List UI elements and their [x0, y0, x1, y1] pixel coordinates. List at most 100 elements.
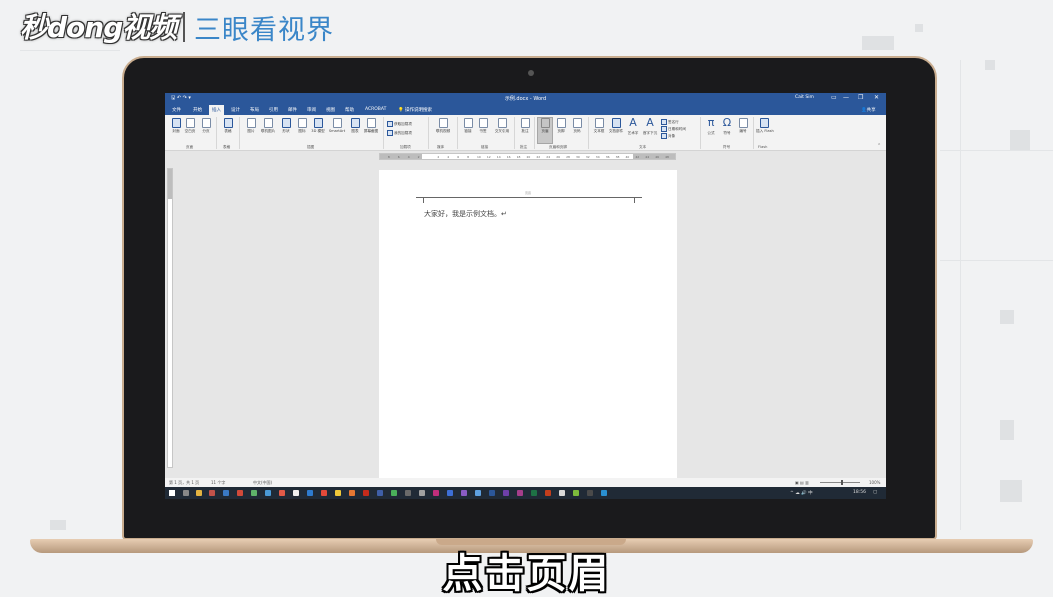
taskbar-app-icon[interactable] — [223, 490, 229, 496]
bg-block — [862, 36, 894, 50]
taskbar-app-icon[interactable] — [587, 490, 593, 496]
taskbar-app-icon[interactable] — [391, 490, 397, 496]
zoom-slider[interactable] — [820, 482, 860, 483]
taskbar-app-icon[interactable] — [363, 490, 369, 496]
online-pictures-button[interactable]: 联机图片 — [260, 118, 276, 134]
maximize-button[interactable]: ❐ — [858, 94, 863, 101]
view-mode-icons[interactable]: ▣ ▤ ▥ — [795, 480, 809, 485]
taskbar-app-icon[interactable] — [531, 490, 537, 496]
textbox-button[interactable]: 文本框 — [591, 118, 607, 134]
taskbar-app-icon[interactable] — [183, 490, 189, 496]
taskbar-app-icon[interactable] — [335, 490, 341, 496]
taskbar-app-icon[interactable] — [265, 490, 271, 496]
my-addins-button[interactable]: 我的加载项 — [387, 130, 412, 136]
taskbar-app-icon[interactable] — [419, 490, 425, 496]
horizontal-ruler[interactable]: 8 6 4 2 2 4 6 8 10 12 14 16 18 20 22 24 26 28 30 32 34 36 38 40… — [379, 153, 676, 160]
link-button[interactable]: 链接 — [460, 118, 476, 134]
word-count[interactable]: 11 个字 — [211, 480, 225, 486]
lightbulb-icon: 💡 — [398, 108, 404, 113]
taskbar-app-icon[interactable] — [237, 490, 243, 496]
tab-file[interactable]: 文件 — [172, 107, 181, 113]
tab-layout[interactable]: 布局 — [250, 107, 259, 113]
taskbar-app-icon[interactable] — [209, 490, 215, 496]
collapse-ribbon-icon[interactable]: ⌃ — [877, 143, 881, 149]
comment-button[interactable]: 批注 — [517, 118, 533, 134]
pictures-button[interactable]: 图片 — [243, 118, 259, 134]
tab-home[interactable]: 开始 — [193, 107, 202, 113]
tab-acrobat[interactable]: ACROBAT — [365, 107, 386, 112]
icons-button[interactable]: 图标 — [294, 118, 310, 134]
windows-start-icon[interactable] — [169, 490, 175, 496]
cross-reference-button[interactable]: 交叉引用 — [491, 118, 513, 134]
taskbar-app-icon[interactable] — [573, 490, 579, 496]
taskbar-app-icon[interactable] — [517, 490, 523, 496]
tab-review[interactable]: 审阅 — [307, 107, 316, 113]
close-button[interactable]: ✕ — [874, 94, 879, 101]
table-button[interactable]: 表格 — [220, 118, 236, 134]
taskbar-app-icon[interactable] — [489, 490, 495, 496]
ribbon-display-options-icon[interactable]: ▭ — [831, 94, 837, 101]
taskbar-app-icon[interactable] — [349, 490, 355, 496]
taskbar-app-icon[interactable] — [307, 490, 313, 496]
notification-icon[interactable]: ▢ — [873, 490, 877, 495]
taskbar-app-icon[interactable] — [545, 490, 551, 496]
tab-insert[interactable]: 插入 — [209, 105, 224, 115]
wordart-button[interactable]: A 艺术字 — [625, 117, 641, 136]
language-indicator[interactable]: 中文(中国) — [253, 480, 272, 486]
document-body-text[interactable]: 大家好，我是示例文档。↵ — [424, 209, 507, 219]
document-page[interactable]: 页眉 大家好，我是示例文档。↵ — [379, 170, 677, 480]
vertical-ruler[interactable] — [167, 168, 173, 468]
page-number-button[interactable]: 页码 — [569, 118, 585, 134]
taskbar-app-icon[interactable] — [601, 490, 607, 496]
taskbar-app-icon[interactable] — [293, 490, 299, 496]
get-addins-button[interactable]: 获取加载项 — [387, 121, 412, 127]
tab-view[interactable]: 视图 — [326, 107, 335, 113]
3d-models-button[interactable]: 3D 模型 — [310, 118, 326, 134]
insert-flash-button[interactable]: 插入 Flash — [756, 118, 774, 134]
number-button[interactable]: 编号 — [735, 118, 751, 134]
user-name[interactable]: Cait Sim — [795, 95, 814, 100]
taskbar-app-icon[interactable] — [405, 490, 411, 496]
symbol-button[interactable]: Ω 符号 — [719, 117, 735, 136]
minimize-button[interactable]: — — [843, 94, 849, 101]
header-button[interactable]: 页眉 — [537, 118, 553, 134]
shapes-button[interactable]: 形状 — [278, 118, 294, 134]
taskbar-app-icon[interactable] — [321, 490, 327, 496]
quick-parts-button[interactable]: 文档部件 — [608, 118, 624, 134]
page-count[interactable]: 第 1 页，共 1 页 — [169, 480, 199, 486]
taskbar-app-icon[interactable] — [377, 490, 383, 496]
online-video-button[interactable]: 联机视频 — [432, 118, 454, 134]
smartart-button[interactable]: SmartArt — [327, 118, 347, 133]
taskbar-app-icon[interactable] — [196, 490, 202, 496]
date-time-button[interactable]: 日期和时间 — [661, 126, 686, 132]
taskbar-app-icon[interactable] — [279, 490, 285, 496]
bookmark-button[interactable]: 书签 — [475, 118, 491, 134]
taskbar-app-icon[interactable] — [447, 490, 453, 496]
blank-page-button[interactable]: 空白页 — [182, 118, 198, 134]
tab-references[interactable]: 引用 — [269, 107, 278, 113]
taskbar-app-icon[interactable] — [251, 490, 257, 496]
taskbar-app-icon[interactable] — [559, 490, 565, 496]
tab-design[interactable]: 设计 — [231, 107, 240, 113]
page-break-button[interactable]: 分页 — [198, 118, 214, 134]
share-button[interactable]: 👤共享 — [861, 107, 876, 113]
tell-me-search[interactable]: 💡 操作说明搜索 — [398, 107, 432, 113]
signature-line-button[interactable]: 签名行 — [661, 119, 679, 125]
object-button[interactable]: 对象 — [661, 133, 675, 139]
chart-button[interactable]: 图表 — [347, 118, 363, 134]
tab-mailings[interactable]: 邮件 — [288, 107, 297, 113]
zoom-slider-knob[interactable] — [841, 480, 843, 485]
tab-help[interactable]: 帮助 — [345, 107, 354, 113]
zoom-level[interactable]: 100% — [869, 480, 880, 485]
system-tray[interactable]: ^ ☁ 🔊 中 — [790, 490, 813, 496]
taskbar-app-icon[interactable] — [433, 490, 439, 496]
taskbar-app-icon[interactable] — [475, 490, 481, 496]
footer-button[interactable]: 页脚 — [553, 118, 569, 134]
screenshot-button[interactable]: 屏幕截图 — [363, 118, 379, 134]
drop-cap-button[interactable]: A 首字下沉 — [642, 117, 658, 136]
equation-button[interactable]: π 公式 — [703, 117, 719, 136]
taskbar-clock[interactable]: 18:56 — [853, 490, 866, 495]
taskbar-app-icon[interactable] — [461, 490, 467, 496]
header-boundary[interactable] — [424, 197, 634, 198]
taskbar-app-icon[interactable] — [503, 490, 509, 496]
